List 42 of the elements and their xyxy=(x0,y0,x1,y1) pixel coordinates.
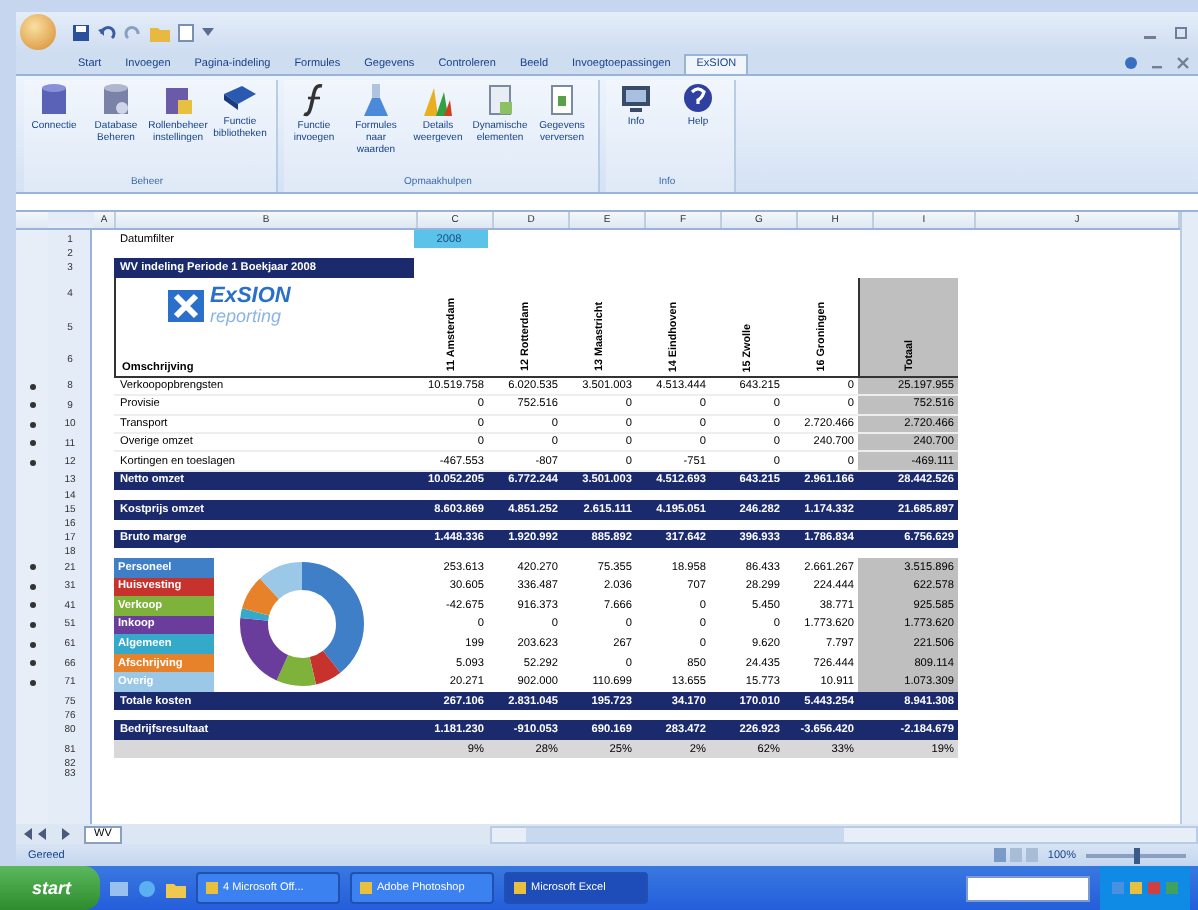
outline-dot-icon[interactable] xyxy=(29,440,35,447)
folder-icon[interactable] xyxy=(165,879,186,897)
help-icon xyxy=(682,82,714,114)
dropdown-icon[interactable] xyxy=(202,26,214,38)
logo-subtitle: reporting xyxy=(210,307,284,326)
restore-icon[interactable] xyxy=(1174,24,1190,40)
outline-dot-icon[interactable] xyxy=(29,641,35,648)
x-logo-icon xyxy=(166,287,206,324)
outline-dot-icon[interactable] xyxy=(29,660,35,667)
database-lock-icon xyxy=(162,82,194,118)
horizontal-scrollbar[interactable] xyxy=(489,825,1198,843)
view-buttons-icon[interactable] xyxy=(993,848,1038,862)
database-icon xyxy=(38,82,70,118)
outline-dot-icon[interactable] xyxy=(29,583,35,590)
outline-dot-icon[interactable] xyxy=(29,383,35,390)
system-tray xyxy=(1100,866,1190,910)
tablet-icon xyxy=(486,82,514,118)
save-icon[interactable] xyxy=(72,23,90,41)
redo-icon[interactable] xyxy=(124,23,142,41)
browser-icon[interactable] xyxy=(137,879,156,897)
document-icon xyxy=(548,82,576,118)
document-icon[interactable] xyxy=(178,23,194,41)
outline-dot-icon[interactable] xyxy=(29,421,35,428)
undo-icon[interactable] xyxy=(98,23,116,41)
vertical-scrollbar[interactable] xyxy=(1180,212,1198,824)
outline-dot-icon[interactable] xyxy=(29,402,35,409)
monitor-icon xyxy=(620,82,652,114)
outline-dot-icon[interactable] xyxy=(29,564,35,571)
outline-dot-icon[interactable] xyxy=(29,621,35,628)
flask-icon xyxy=(362,82,390,118)
function-curve-icon xyxy=(300,82,328,118)
help-icon[interactable] xyxy=(1124,56,1138,70)
database-icon xyxy=(100,82,132,118)
outline-dot-icon[interactable] xyxy=(29,459,35,466)
desktop-icon[interactable] xyxy=(109,879,128,897)
search-field[interactable] xyxy=(966,875,1090,901)
logo-text: ExSION xyxy=(210,285,291,308)
outline-dot-icon[interactable] xyxy=(29,679,35,686)
close-icon[interactable] xyxy=(1176,56,1190,70)
outline-dot-icon[interactable] xyxy=(29,602,35,609)
book-icon xyxy=(222,82,258,114)
formula-bar[interactable] xyxy=(16,194,1198,212)
